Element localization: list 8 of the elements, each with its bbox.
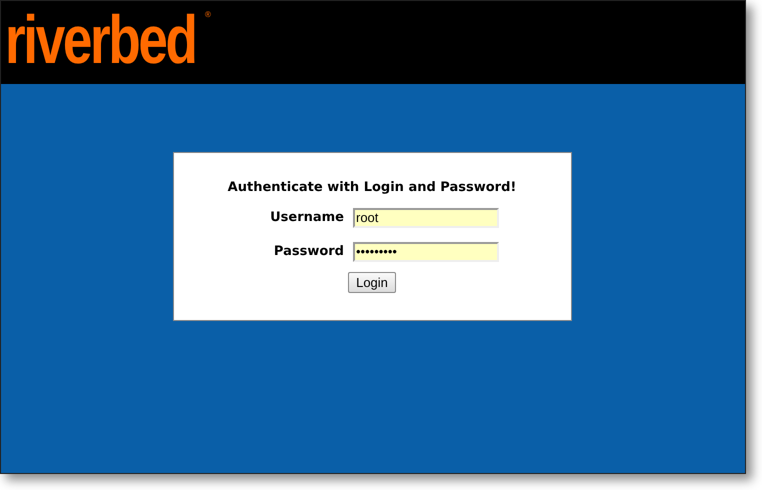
field-label: Password [272, 242, 344, 261]
login-button[interactable]: Login [348, 272, 396, 292]
logo: riverbed [5, 9, 197, 71]
field-label: Username [269, 208, 344, 227]
login-heading: Authenticate with Login and Password! [228, 179, 516, 197]
registered-mark: ® [205, 11, 211, 19]
input-field[interactable]: ••••••••• [353, 242, 499, 262]
input-field[interactable]: root [353, 208, 499, 228]
